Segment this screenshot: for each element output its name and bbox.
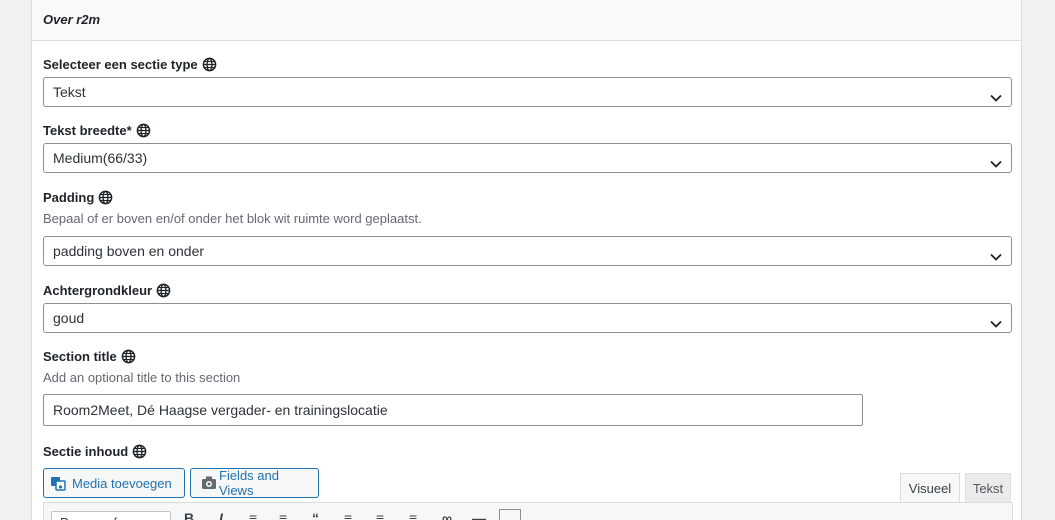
numbered-list-icon[interactable]: ≡	[279, 511, 293, 520]
padding-label: Padding	[43, 189, 95, 205]
bold-icon[interactable]: B	[184, 511, 198, 520]
field-label: Sectie inhoud	[43, 442, 1013, 460]
panel-header[interactable]: Over r2m	[32, 0, 1021, 41]
field-section-type: Selecteer een sectie type Tekst	[43, 55, 1013, 107]
section-type-value: Tekst	[53, 84, 86, 100]
section-type-select[interactable]: Tekst	[43, 77, 1012, 107]
globe-icon[interactable]	[202, 57, 217, 72]
field-label: Tekst breedte*	[43, 121, 1013, 139]
fields-and-views-button[interactable]: Fields and Views	[190, 468, 319, 498]
text-width-value: Medium(66/33)	[53, 150, 148, 166]
field-section-title: Section title Add an optional title to t…	[43, 347, 1013, 426]
editor-toolbar: Paragraaf B I ≡ ≡ “ ≡ ≡ ≡ ∞ ▬	[43, 502, 1013, 520]
text-width-select[interactable]: Medium(66/33)	[43, 143, 1012, 173]
panel-title: Over r2m	[43, 12, 101, 27]
media-icon	[50, 475, 66, 491]
field-background: Achtergrondkleur goud	[43, 281, 1013, 333]
media-button-label: Media toevoegen	[72, 475, 172, 491]
section-title-label: Section title	[43, 348, 117, 364]
more-icon[interactable]: ▬	[472, 511, 486, 520]
section-title-input[interactable]: Room2Meet, Dé Haagse vergader- en traini…	[43, 394, 863, 426]
fields-views-icon	[201, 475, 217, 491]
globe-icon[interactable]	[136, 123, 151, 138]
section-title-description: Add an optional title to this section	[43, 370, 241, 385]
field-padding: Padding Bepaal of er boven en/of onder h…	[43, 188, 1013, 266]
chevron-down-icon	[989, 152, 1003, 168]
align-left-icon[interactable]: ≡	[344, 511, 358, 520]
globe-icon[interactable]	[132, 444, 147, 459]
background-label: Achtergrondkleur	[43, 282, 153, 298]
tab-tekst[interactable]: Tekst	[965, 473, 1011, 503]
chevron-down-icon	[989, 86, 1003, 102]
field-label: Selecteer een sectie type	[43, 55, 1013, 73]
align-center-icon[interactable]: ≡	[376, 511, 390, 520]
chevron-down-icon	[989, 245, 1003, 261]
globe-icon[interactable]	[121, 349, 136, 364]
format-select[interactable]: Paragraaf	[51, 511, 171, 520]
section-content-label: Sectie inhoud	[43, 443, 129, 459]
field-section-content: Sectie inhoud	[43, 442, 1013, 460]
link-icon[interactable]: ∞	[442, 511, 456, 520]
chevron-down-icon	[989, 312, 1003, 328]
section-panel: Over r2m Selecteer een sectie type Tekst…	[31, 0, 1022, 520]
background-value: goud	[53, 310, 85, 326]
tab-visueel[interactable]: Visueel	[900, 473, 960, 503]
padding-value: padding boven en onder	[53, 243, 205, 259]
field-text-width: Tekst breedte* Medium(66/33)	[43, 121, 1013, 173]
field-label: Section title	[43, 347, 1013, 365]
italic-icon[interactable]: I	[219, 511, 233, 520]
fields-views-label: Fields and Views	[219, 468, 279, 498]
padding-select[interactable]: padding boven en onder	[43, 236, 1012, 266]
media-toevoegen-button[interactable]: Media toevoegen	[43, 468, 185, 498]
field-label: Padding	[43, 188, 1013, 206]
globe-icon[interactable]	[156, 283, 171, 298]
bullet-list-icon[interactable]: ≡	[249, 511, 263, 520]
toolbar-toggle-icon[interactable]	[499, 509, 521, 520]
blockquote-icon[interactable]: “	[312, 511, 326, 520]
align-right-icon[interactable]: ≡	[409, 511, 423, 520]
background-select[interactable]: goud	[43, 303, 1012, 333]
section-type-label: Selecteer een sectie type	[43, 56, 198, 72]
text-width-label: Tekst breedte*	[43, 122, 132, 138]
field-label: Achtergrondkleur	[43, 281, 1013, 299]
padding-description: Bepaal of er boven en/of onder het blok …	[43, 211, 422, 226]
globe-icon[interactable]	[98, 190, 113, 205]
